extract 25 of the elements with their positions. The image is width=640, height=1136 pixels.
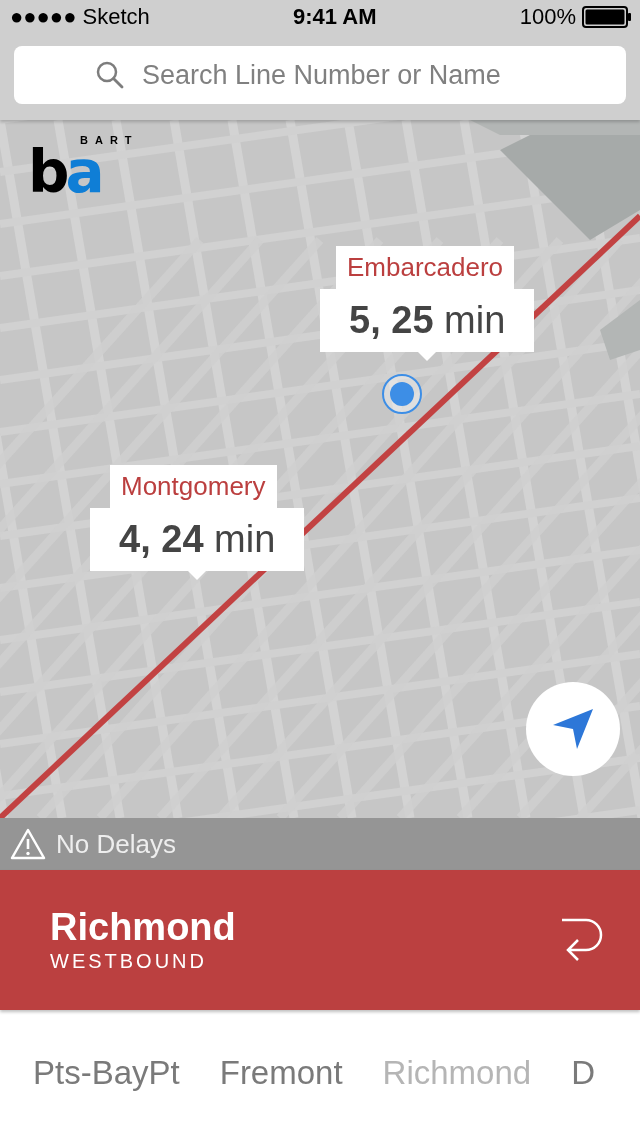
- line-name: Richmond: [50, 906, 236, 948]
- return-arrow-icon: [560, 917, 604, 963]
- line-direction: WESTBOUND: [50, 949, 208, 974]
- battery-icon: [582, 6, 632, 28]
- battery-percentage: 100%: [519, 4, 576, 30]
- line-tab[interactable]: Fremont: [219, 1054, 343, 1092]
- logo-mark: ba: [28, 147, 101, 197]
- delay-status: No Delays: [56, 828, 176, 860]
- clock-time: 9:41 AM: [293, 4, 377, 30]
- arrival-times-callout: 5, 25 min: [320, 289, 535, 352]
- arrival-times-callout: 4, 24 min: [90, 508, 305, 571]
- carrier-signal: ●●●●● Sketch: [10, 4, 150, 30]
- search-icon: [96, 61, 124, 89]
- callout-pointer: [417, 351, 438, 361]
- location-dot-icon: [381, 373, 423, 415]
- warning-icon: [10, 828, 46, 860]
- navigation-arrow-icon: [551, 707, 595, 751]
- station-name: Embarcadero: [336, 246, 515, 289]
- reverse-direction-button[interactable]: [560, 917, 604, 963]
- line-tab[interactable]: Pts-BayPt: [33, 1054, 180, 1092]
- callout-pointer: [187, 570, 208, 580]
- station-name: Montgomery: [110, 465, 277, 508]
- line-tab[interactable]: D: [571, 1054, 595, 1092]
- logo-wordmark: BART: [80, 134, 139, 146]
- search-field[interactable]: Search Line Number or Name: [14, 46, 626, 104]
